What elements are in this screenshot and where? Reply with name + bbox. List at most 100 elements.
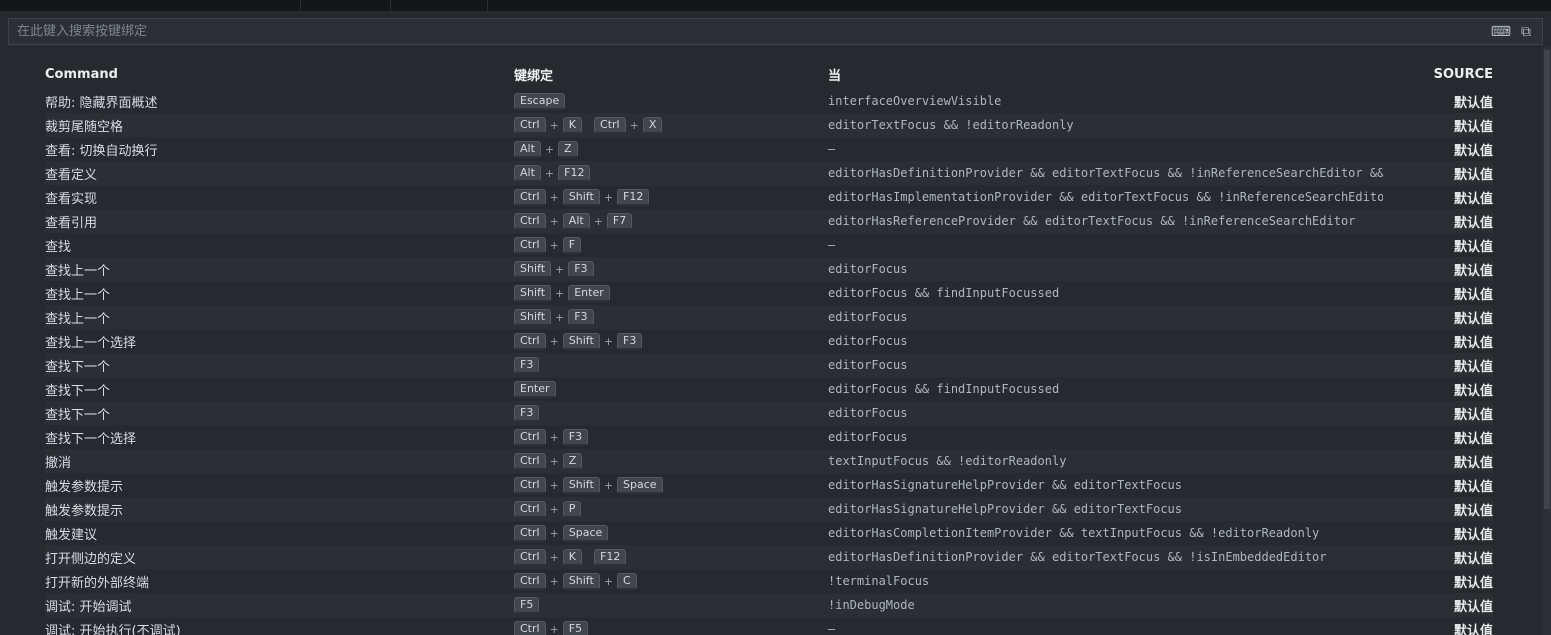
plus-separator: + xyxy=(549,334,559,348)
keybinding-row[interactable]: 调试: 开始调试 F5 !inDebugMode 默认值 xyxy=(45,593,1493,617)
scrollbar-thumb[interactable] xyxy=(1544,50,1550,510)
when-cell: editorFocus xyxy=(828,358,908,372)
when-cell: editorFocus xyxy=(828,430,908,444)
plus-separator: + xyxy=(549,526,559,540)
source-cell: 默认值 xyxy=(1453,239,1493,255)
key-chip: F3 xyxy=(562,428,589,446)
when-cell: editorFocus xyxy=(828,262,908,276)
plus-separator: + xyxy=(549,454,559,468)
keybinding-row[interactable]: 查看定义 Alt + F12 editorHasDefinitionProvider &… xyxy=(45,161,1493,185)
plus-separator: + xyxy=(603,574,614,588)
keybinding-cell: Ctrl + F xyxy=(514,236,828,254)
source-cell: 默认值 xyxy=(1453,263,1493,279)
command-cell: 查找 xyxy=(45,239,72,255)
command-cell: 打开新的外部终端 xyxy=(45,575,150,591)
when-cell: editorFocus && findInputFocussed xyxy=(828,382,1060,396)
keybinding-row[interactable]: 查找下一个选择 Ctrl + F3 editorFocus 默认值 xyxy=(45,425,1493,449)
record-keys-icon[interactable]: ⌨ xyxy=(1486,23,1516,41)
when-cell: — xyxy=(828,142,836,156)
plus-separator: + xyxy=(593,214,603,228)
keybinding-cell: Shift + Enter xyxy=(514,284,828,302)
open-keybindings-json-icon[interactable]: ⧉ xyxy=(1516,23,1536,41)
plus-separator: + xyxy=(549,238,559,252)
keybinding-row[interactable]: 查看引用 Ctrl + Alt + F7 editorHasReferenceProvide… xyxy=(45,209,1493,233)
vertical-scrollbar[interactable] xyxy=(1543,46,1551,635)
column-header-command[interactable]: Command xyxy=(45,67,514,82)
key-chip: Ctrl xyxy=(514,116,546,134)
key-chip: F3 xyxy=(514,356,540,374)
keybinding-row[interactable]: 查找 Ctrl + F — 默认值 xyxy=(45,233,1493,257)
key-chip: Ctrl xyxy=(514,524,546,542)
key-chip: Alt xyxy=(514,140,541,158)
source-cell: 默认值 xyxy=(1453,575,1493,591)
keybinding-cell: Enter xyxy=(514,380,828,398)
keybinding-row[interactable]: 帮助: 隐藏界面概述 Escape interfaceOverviewVisible… xyxy=(45,89,1493,113)
keybinding-row[interactable]: 打开侧边的定义 Ctrl + K F12 editorHasDefinitionProvi… xyxy=(45,545,1493,569)
keybindings-search-input[interactable] xyxy=(17,24,1486,39)
key-chip: F3 xyxy=(514,404,540,422)
column-header-when[interactable]: 当 xyxy=(828,65,1383,84)
keybinding-row[interactable]: 触发建议 Ctrl + Space editorHasCompletionItemPro… xyxy=(45,521,1493,545)
key-chip: Ctrl xyxy=(514,236,546,254)
key-chip: Shift xyxy=(514,308,552,326)
key-chip: P xyxy=(562,500,582,518)
table-header-row: Command 键绑定 当 SOURCE xyxy=(45,59,1493,89)
key-chip: Ctrl xyxy=(514,332,546,350)
when-cell: — xyxy=(828,238,836,252)
keybinding-row[interactable]: 裁剪尾随空格 Ctrl + K Ctrl + XeditorTextFocus && !ed… xyxy=(45,113,1493,137)
command-cell: 查找上一个 xyxy=(45,311,111,327)
keybinding-row[interactable]: 查找下一个 Enter editorFocus && findInputFocuss… xyxy=(45,377,1493,401)
source-cell: 默认值 xyxy=(1453,119,1493,135)
tab-divider xyxy=(390,0,391,11)
when-cell: editorHasDefinitionProvider && editorTex… xyxy=(828,166,1383,180)
keybinding-cell: Ctrl + K F12 xyxy=(514,548,828,566)
source-cell: 默认值 xyxy=(1453,623,1493,635)
plus-separator: + xyxy=(544,166,555,180)
keybinding-row[interactable]: 撤消 Ctrl + ZtextInputFocus && !editorReadonl… xyxy=(45,449,1493,473)
key-chip: Ctrl xyxy=(514,428,546,446)
keybinding-row[interactable]: 查找下一个 F3 editorFocus 默认值 xyxy=(45,353,1493,377)
keybinding-row[interactable]: 查找上一个 Shift + Enter editorFocus && findInput… xyxy=(45,281,1493,305)
column-header-source[interactable]: SOURCE xyxy=(1383,67,1493,82)
key-chip: Alt xyxy=(562,212,590,230)
keybinding-row[interactable]: 触发参数提示 Ctrl + Shift + Space editorHasSignature… xyxy=(45,473,1493,497)
key-chip: Shift xyxy=(514,284,552,302)
keybinding-row[interactable]: 打开新的外部终端 Ctrl + Shift + C !terminalFocus 默认值 xyxy=(45,569,1493,593)
key-chip: Z xyxy=(562,452,583,470)
source-cell: 默认值 xyxy=(1453,479,1493,495)
tab-divider xyxy=(300,0,301,11)
keybinding-row[interactable]: 查找上一个 Shift + F3 editorFocus 默认值 xyxy=(45,257,1493,281)
keybinding-cell: F3 xyxy=(514,404,828,422)
key-chip: Ctrl xyxy=(514,212,546,230)
source-cell: 默认值 xyxy=(1453,455,1493,471)
source-cell: 默认值 xyxy=(1453,191,1493,207)
keybinding-row[interactable]: 触发参数提示 Ctrl + PeditorHasSignatureHelpProvid… xyxy=(45,497,1493,521)
command-cell: 查看: 切换自动换行 xyxy=(45,143,158,159)
key-chip: K xyxy=(562,548,583,566)
command-cell: 查找下一个 xyxy=(45,359,111,375)
command-cell: 裁剪尾随空格 xyxy=(45,119,124,135)
table-body: 帮助: 隐藏界面概述 Escape interfaceOverviewVisible… xyxy=(45,89,1493,635)
when-cell: textInputFocus && !editorReadonly xyxy=(828,454,1067,468)
key-chip: Ctrl xyxy=(514,500,546,518)
key-chip: Shift xyxy=(562,332,600,350)
column-header-keybinding[interactable]: 键绑定 xyxy=(514,65,828,84)
source-cell: 默认值 xyxy=(1453,527,1493,543)
keybinding-row[interactable]: 查找上一个 Shift + F3 editorFocus 默认值 xyxy=(45,305,1493,329)
keybinding-row[interactable]: 查找下一个 F3 editorFocus 默认值 xyxy=(45,401,1493,425)
command-cell: 撤消 xyxy=(45,455,72,471)
key-chip: F3 xyxy=(617,332,643,350)
keybinding-row[interactable]: 调试: 开始执行(不调试) Ctrl + F5— 默认值 xyxy=(45,617,1493,635)
source-cell: 默认值 xyxy=(1453,551,1493,567)
keybinding-row[interactable]: 查看: 切换自动换行 Alt + Z — 默认值 xyxy=(45,137,1493,161)
keybinding-row[interactable]: 查找上一个选择 Ctrl + Shift + F3 editorFocus 默认值 xyxy=(45,329,1493,353)
keybinding-row[interactable]: 查看实现 Ctrl + Shift + F12 editorHasImplementatio… xyxy=(45,185,1493,209)
when-cell: editorFocus xyxy=(828,334,908,348)
key-chip: Shift xyxy=(562,188,600,206)
key-chip: F12 xyxy=(617,188,650,206)
plus-separator: + xyxy=(555,286,565,300)
plus-separator: + xyxy=(544,142,555,156)
keybinding-cell: Ctrl + Z xyxy=(514,452,828,470)
when-cell: editorTextFocus && !editorReadonly xyxy=(828,118,1074,132)
source-cell: 默认值 xyxy=(1453,383,1493,399)
